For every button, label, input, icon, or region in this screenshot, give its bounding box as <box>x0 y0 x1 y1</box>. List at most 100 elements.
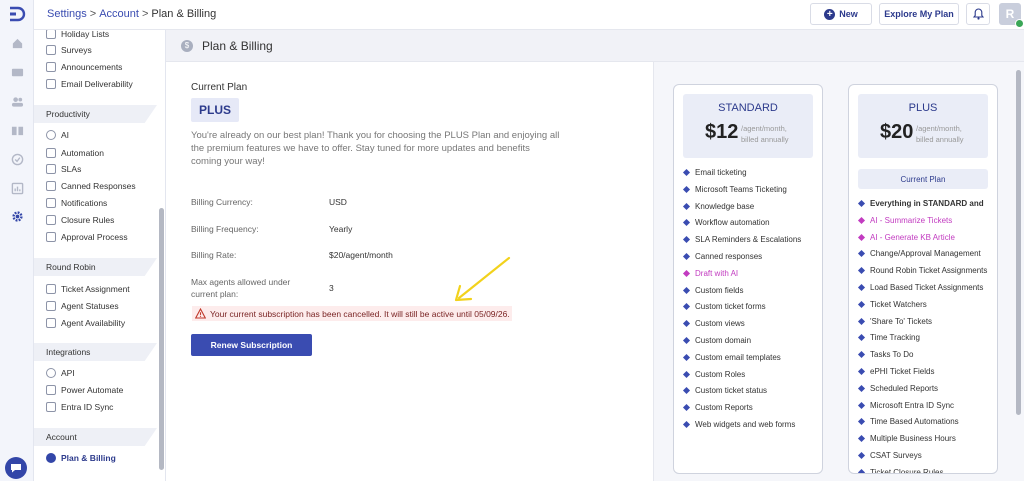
sidebar-item-email-deliverability[interactable]: Email Deliverability <box>46 77 133 91</box>
reports-icon[interactable] <box>10 181 24 195</box>
plan-feature-item: Knowledge base <box>682 201 755 211</box>
diamond-bullet-icon <box>682 404 691 412</box>
envelope-icon <box>46 79 56 89</box>
sidebar-item-agent-availability[interactable]: Agent Availability <box>46 316 125 330</box>
plan-feature-item: Scheduled Reports <box>857 384 938 393</box>
sidebar-item-approval-process[interactable]: Approval Process <box>46 230 128 244</box>
diamond-bullet-icon <box>857 233 866 241</box>
plan-feature-item: Multiple Business Hours <box>857 434 956 444</box>
knowledge-base-icon[interactable] <box>10 123 24 137</box>
ai-icon <box>46 130 56 140</box>
diamond-bullet-icon <box>682 353 691 361</box>
sidebar-item-label: API <box>61 368 75 378</box>
avatar-initial: R <box>1005 7 1015 21</box>
page-scrollbar[interactable] <box>1016 70 1021 415</box>
diamond-bullet-icon <box>857 468 866 473</box>
sidebar-item-label: Closure Rules <box>61 215 115 225</box>
explore-my-plan-button[interactable]: Explore My Plan <box>879 3 959 25</box>
sidebar-item-entra-id-sync[interactable]: Entra ID Sync <box>46 400 113 414</box>
plan-feature-text: AI - Summarize Tickets <box>870 215 953 225</box>
sidebar-item-label: Ticket Assignment <box>61 284 130 294</box>
scrollbar-thumb[interactable] <box>159 208 164 470</box>
sidebar-item-closure-rules[interactable]: Closure Rules <box>46 213 114 227</box>
diamond-bullet-icon <box>857 418 866 426</box>
diamond-bullet-icon <box>857 435 866 443</box>
plan-feature-item: Custom ticket forms <box>682 302 766 311</box>
plan-feature-item: 'Share To' Tickets <box>857 317 932 326</box>
sidebar-item-ticket-assignment[interactable]: Ticket Assignment <box>46 282 130 296</box>
plan-feature-item: Change/Approval Management <box>857 249 981 258</box>
top-header: Settings > Account > Plan & Billing + Ne… <box>34 0 1024 30</box>
plan-feature-item: Microsoft Entra ID Sync <box>857 401 954 410</box>
plan-feature-item: Ticket Watchers <box>857 300 927 309</box>
plan-feature-item: Time Tracking <box>857 333 920 342</box>
plan-card-plus: PLUS $20 /agent/month, billed annually Cu… <box>848 84 998 474</box>
diamond-bullet-icon <box>857 334 866 342</box>
sidebar-item-label: Notifications <box>61 198 108 208</box>
sidebar-section-round-robin: Round Robin <box>34 258 157 276</box>
bell-icon <box>46 198 56 208</box>
current-plan-indicator: Current Plan <box>858 169 988 189</box>
canned-responses-icon <box>46 181 56 191</box>
plan-feature-text: CSAT Surveys <box>870 451 922 460</box>
sidebar-item-label: Canned Responses <box>61 181 136 191</box>
billing-frequency-label: Billing Frequency: <box>191 224 259 234</box>
plan-feature-text: Canned responses <box>695 252 763 261</box>
plan-price-unit: /agent/month, billed annually <box>741 123 789 145</box>
breadcrumb: Settings > Account > Plan & Billing <box>47 8 216 20</box>
megaphone-icon <box>46 62 56 72</box>
user-avatar[interactable]: R <box>999 3 1024 28</box>
plan-feature-text: Email ticketing <box>695 168 747 177</box>
diamond-bullet-icon <box>682 185 691 193</box>
contacts-icon[interactable] <box>10 94 24 108</box>
max-agents-value: 3 <box>329 283 334 293</box>
plan-feature-text: Time Based Automations <box>870 417 959 427</box>
sidebar-item-label: AI <box>61 130 70 140</box>
diamond-bullet-icon <box>857 317 866 325</box>
plans-panel: STANDARD $12 /agent/month, billed annuall… <box>654 62 1024 481</box>
renew-subscription-button[interactable]: Renew Subscription <box>191 334 312 356</box>
sidebar-item-canned-responses[interactable]: Canned Responses <box>46 179 136 193</box>
settings-gear-icon[interactable] <box>10 209 24 223</box>
app-logo-icon[interactable] <box>8 6 26 22</box>
diamond-bullet-icon <box>857 283 866 292</box>
plan-feature-text: Knowledge base <box>695 201 755 211</box>
breadcrumb-account[interactable]: Account <box>99 8 139 20</box>
notifications-button[interactable] <box>966 3 990 25</box>
sidebar-item-api[interactable]: API <box>46 366 75 380</box>
settings-sidebar: Holiday Lists Surveys Announcements Emai… <box>34 30 166 481</box>
chat-support-icon[interactable] <box>5 457 27 479</box>
warning-triangle-icon <box>195 308 206 319</box>
sidebar-item-automation[interactable]: Automation <box>46 146 104 160</box>
sidebar-item-notifications[interactable]: Notifications <box>46 196 107 210</box>
sidebar-item-holiday-lists[interactable]: Holiday Lists <box>46 30 109 41</box>
current-plan-badge: PLUS <box>191 98 239 122</box>
plan-feature-text: Multiple Business Hours <box>870 434 956 444</box>
sidebar-item-surveys[interactable]: Surveys <box>46 43 92 57</box>
diamond-bullet-icon <box>682 286 691 294</box>
plan-price-unit: /agent/month, billed annually <box>916 123 964 145</box>
sidebar-scrollbar[interactable] <box>159 38 164 474</box>
main-content: $ Plan & Billing Current Plan PLUS You'r… <box>166 30 1024 481</box>
sidebar-item-ai[interactable]: AI <box>46 128 69 142</box>
breadcrumb-separator: > <box>141 8 149 20</box>
breadcrumb-settings[interactable]: Settings <box>47 8 87 20</box>
tickets-icon[interactable] <box>10 65 24 79</box>
plan-name: PLUS <box>908 102 938 114</box>
sidebar-item-slas[interactable]: SLAs <box>46 162 81 176</box>
sidebar-item-agent-statuses[interactable]: Agent Statuses <box>46 299 119 313</box>
sidebar-item-announcements[interactable]: Announcements <box>46 60 122 74</box>
sidebar-item-power-automate[interactable]: Power Automate <box>46 383 123 397</box>
home-icon[interactable] <box>10 36 24 50</box>
new-button[interactable]: + New <box>810 3 872 25</box>
plan-feature-item: Everything in STANDARD and <box>857 199 984 208</box>
tasks-icon[interactable] <box>10 152 24 166</box>
plan-feature-text: AI - Generate KB Article <box>870 232 955 242</box>
closure-rules-icon <box>46 215 56 225</box>
sidebar-item-plan-billing[interactable]: Plan & Billing <box>46 451 116 465</box>
diamond-bullet-icon <box>857 267 866 275</box>
dollar-icon: $ <box>181 40 193 52</box>
sidebar-item-label: Agent Availability <box>61 318 126 328</box>
plan-feature-text: Everything in STANDARD and <box>870 199 984 208</box>
dollar-icon <box>46 453 56 463</box>
